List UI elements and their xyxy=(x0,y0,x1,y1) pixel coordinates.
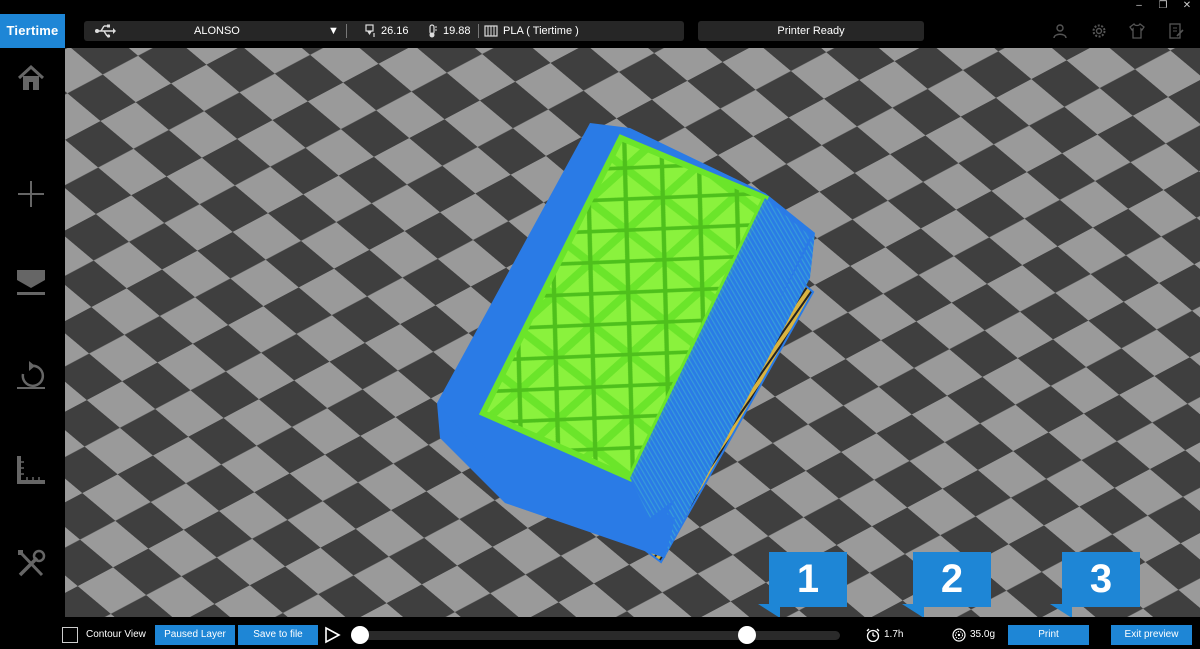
contour-view-label: Contour View xyxy=(86,629,146,640)
top-toolbar: Tiertime ALONSO ▼ 26.16 19.88 PLA (Tier… xyxy=(0,14,1200,48)
user-icon[interactable] xyxy=(1052,23,1068,39)
gear-icon[interactable] xyxy=(1091,23,1107,39)
tools-icon[interactable] xyxy=(15,548,47,580)
material-info: PLA ( Tiertime ) xyxy=(484,21,579,41)
home-icon[interactable] xyxy=(15,62,47,94)
print-icon[interactable] xyxy=(15,268,47,300)
nozzle-temperature: 26.16 xyxy=(364,21,409,41)
paused-layer-button[interactable]: Paused Layer xyxy=(155,625,235,645)
divider xyxy=(346,24,347,38)
add-icon[interactable] xyxy=(15,178,47,210)
document-edit-icon[interactable] xyxy=(1168,23,1184,39)
close-icon[interactable]: ✕ xyxy=(1176,0,1198,14)
contour-view-checkbox[interactable] xyxy=(62,627,78,643)
bed-temperature: 19.88 xyxy=(426,21,471,41)
bottom-toolbar: Contour View Paused Layer Save to file 1… xyxy=(0,617,1200,649)
window-titlebar: – ❐ ✕ xyxy=(0,0,1200,14)
chevron-down-icon[interactable]: ▼ xyxy=(328,21,339,41)
printer-status: Printer Ready xyxy=(698,21,924,41)
shirt-icon[interactable] xyxy=(1129,23,1145,39)
print-weight: 35.0g xyxy=(952,626,995,644)
3d-preview-viewport[interactable] xyxy=(65,48,1200,617)
save-to-file-button[interactable]: Save to file xyxy=(238,625,318,645)
print-button[interactable]: Print xyxy=(1008,625,1089,645)
thermometer-icon xyxy=(429,24,437,38)
play-icon[interactable] xyxy=(323,626,341,644)
callout-1: 1 xyxy=(769,552,847,607)
restore-icon[interactable]: ❐ xyxy=(1152,0,1174,14)
clock-icon xyxy=(866,628,880,642)
callout-3: 3 xyxy=(1062,552,1140,607)
layer-slider-track[interactable] xyxy=(356,631,840,640)
ruler-icon[interactable] xyxy=(15,454,47,486)
layer-slider-start-handle[interactable] xyxy=(351,626,369,644)
nozzle-temp-icon xyxy=(365,24,375,37)
minimize-icon[interactable]: – xyxy=(1128,0,1150,14)
left-sidebar xyxy=(0,48,65,617)
print-time: 1.7h xyxy=(866,626,903,644)
build-plate-scene xyxy=(65,48,1200,617)
callout-3-tail xyxy=(1050,604,1072,618)
divider xyxy=(478,24,479,38)
layer-slider-end-handle[interactable] xyxy=(738,626,756,644)
callout-1-tail xyxy=(758,604,780,618)
callout-2-tail xyxy=(902,604,924,618)
filament-icon xyxy=(484,25,498,37)
filament-spool-icon xyxy=(952,628,966,642)
tiertime-logo: Tiertime xyxy=(0,14,65,48)
usb-icon xyxy=(95,24,116,38)
printer-name: ALONSO xyxy=(194,25,240,37)
callout-2: 2 xyxy=(913,552,991,607)
printer-selector[interactable]: ALONSO ▼ 26.16 19.88 PLA (Tiertime) xyxy=(84,21,684,41)
rotate-icon[interactable] xyxy=(15,360,47,392)
exit-preview-button[interactable]: Exit preview xyxy=(1111,625,1192,645)
